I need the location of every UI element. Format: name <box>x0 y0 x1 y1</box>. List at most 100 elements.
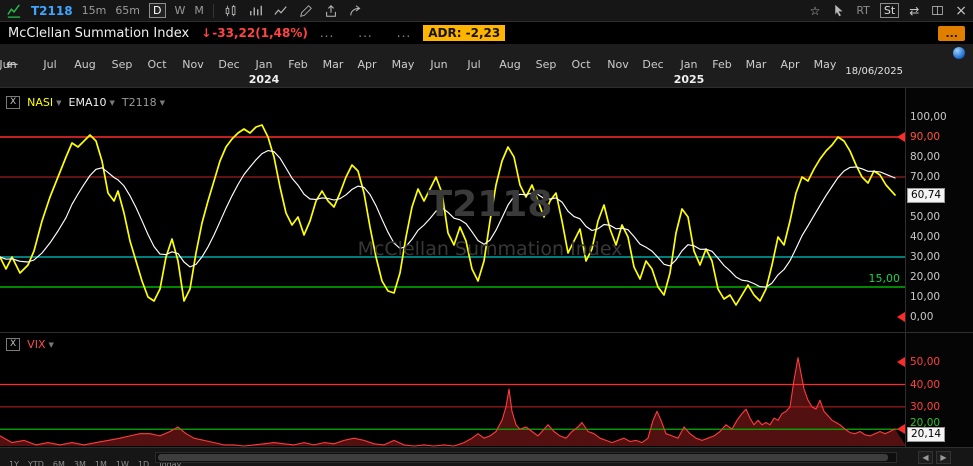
rt-label[interactable]: RT <box>856 4 870 17</box>
indicator-dots[interactable]: ... <box>397 26 411 40</box>
indicator-dots[interactable]: ... <box>320 26 334 40</box>
range-button-ytd[interactable]: YTD <box>28 460 44 466</box>
range-button-1m[interactable]: 1M <box>95 460 107 466</box>
scroll-right-button[interactable]: ▶ <box>936 451 951 464</box>
star-icon[interactable]: ☆ <box>810 5 821 17</box>
month-label: Dec <box>218 58 240 71</box>
main-y-axis[interactable]: 60,74 100,00 90,00 80,00 70,00 50,00 40,00 30,… <box>906 88 973 332</box>
month-label: May <box>391 58 415 71</box>
axis-tick: 70,00 <box>910 171 941 183</box>
pencil-icon[interactable] <box>298 3 314 19</box>
legend-item-t2118[interactable]: T2118 ▼ <box>122 96 165 109</box>
axis-tick: 90,00 <box>910 131 941 143</box>
symbol-label[interactable]: T2118 <box>31 4 73 18</box>
axis-tick: 0,00 <box>910 311 934 323</box>
main-chart-panel: T2118 McClellan Summation Index X NASI ▼ EM… <box>0 88 973 332</box>
top-toolbar: T2118 15m 65m D W M ☆ RT St ⇄ × <box>0 0 973 22</box>
month-label: Apr <box>780 58 800 71</box>
more-button[interactable]: ... <box>938 25 965 41</box>
price-marker-icon <box>897 357 905 368</box>
layout-icon[interactable] <box>929 3 945 19</box>
range-button-6m[interactable]: 6M <box>53 460 65 466</box>
vix-legend: X VIX ▼ <box>6 338 54 351</box>
watermark-title: McClellan Summation Index <box>357 238 623 260</box>
month-label: Apr <box>357 58 377 71</box>
change-value: ↓ -33,22(1,48%) <box>201 26 308 40</box>
axis-tick: 40,00 <box>910 231 941 243</box>
candlestick-icon[interactable] <box>223 3 239 19</box>
axis-tick: 20,00 <box>910 271 941 283</box>
pane-close-button[interactable]: X <box>6 338 21 351</box>
month-label: Jun <box>0 58 17 71</box>
bar-chart-icon[interactable] <box>248 3 264 19</box>
chevron-down-icon: ▼ <box>159 98 166 107</box>
year-label: 2025 <box>673 73 705 86</box>
axis-tick: 50,00 <box>910 356 941 369</box>
timeframe-m[interactable]: M <box>194 4 204 17</box>
axis-tick: 20,00 <box>910 417 941 430</box>
timeframe-d[interactable]: D <box>149 3 166 18</box>
month-label: Nov <box>607 58 629 71</box>
axis-tick: 40,00 <box>910 378 941 391</box>
timeframe-group: 15m 65m D W M <box>82 3 204 18</box>
month-label: Mar <box>745 58 767 71</box>
st-button[interactable]: St <box>879 3 900 18</box>
toolbar-separator <box>212 3 214 18</box>
chevron-down-icon: ▼ <box>109 98 115 107</box>
price-marker-icon <box>897 312 905 322</box>
month-label: Jun <box>430 58 448 71</box>
month-label: Sep <box>535 58 557 71</box>
watermark-symbol: T2118 <box>427 184 553 225</box>
month-label: Aug <box>74 58 96 71</box>
adr-badge: ADR: -2,23 <box>423 25 506 41</box>
legend-item-ema10[interactable]: EMA10 ▼ <box>69 96 115 109</box>
vix-y-axis[interactable]: 20,14 50,00 40,00 30,00 20,00 <box>906 333 973 447</box>
chevron-down-icon: ▼ <box>48 340 54 349</box>
timeframe-w[interactable]: W <box>175 4 186 17</box>
axis-tick: 50,00 <box>910 211 941 223</box>
range-button-1y[interactable]: 1Y <box>9 460 19 466</box>
legend-label: VIX <box>27 338 46 351</box>
month-label: Nov <box>182 58 204 71</box>
legend-label: EMA10 <box>68 96 107 109</box>
scrollbar-thumb[interactable] <box>158 454 888 461</box>
vix-plot-area[interactable]: X VIX ▼ <box>0 333 906 447</box>
legend-item-vix[interactable]: VIX ▼ <box>27 338 54 351</box>
price-marker-icon <box>897 423 905 434</box>
scroll-left-button[interactable]: ◀ <box>918 451 933 464</box>
indicator-dots[interactable]: ... <box>358 26 372 40</box>
range-button-1d[interactable]: 1D <box>138 460 149 466</box>
indicator-dots-group: ......... <box>320 26 411 40</box>
down-arrow-icon: ↓ <box>201 26 212 40</box>
last-date-label: 18/06/2025 <box>845 66 903 77</box>
legend-label: T2118 <box>121 96 157 109</box>
timeframe-65m[interactable]: 65m <box>115 4 140 17</box>
pane-close-button[interactable]: X <box>6 96 21 109</box>
month-label: Mar <box>322 58 344 71</box>
month-label: Jan <box>680 58 698 71</box>
vix-chart-svg <box>0 357 905 447</box>
legend-item-nasi[interactable]: NASI ▼ <box>27 96 61 109</box>
forward-arrow-icon[interactable] <box>348 3 364 19</box>
change-text: -33,22(1,48%) <box>212 26 308 40</box>
year-label: 2024 <box>248 73 280 86</box>
bottom-bar: 1Y YTD 6M 3M 1M 1W 1D Today ◀ ▶ <box>0 447 973 466</box>
last-value-box: 60,74 <box>907 187 946 203</box>
title-bar: McClellan Summation Index ↓ -33,22(1,48%… <box>0 22 973 44</box>
price-marker-icon <box>897 132 905 142</box>
main-plot-area[interactable]: T2118 McClellan Summation Index X NASI ▼ EM… <box>0 88 906 332</box>
range-button-3m[interactable]: 3M <box>74 460 86 466</box>
month-label: Jan <box>255 58 273 71</box>
pointer-icon[interactable] <box>830 3 846 19</box>
horizontal-scrollbar[interactable] <box>155 452 897 463</box>
swap-arrows-icon[interactable]: ⇄ <box>909 5 919 17</box>
globe-icon[interactable] <box>953 47 965 59</box>
close-icon[interactable]: × <box>955 4 967 18</box>
month-label: Aug <box>499 58 521 71</box>
timeframe-15m[interactable]: 15m <box>82 4 107 17</box>
indicators-icon[interactable] <box>273 3 289 19</box>
range-button-1w[interactable]: 1W <box>116 460 129 466</box>
time-axis[interactable]: ← 18/06/2025 Jun Jul Aug Sep Oct Nov Dec Jan Feb… <box>0 44 973 88</box>
charting-app: T2118 15m 65m D W M ☆ RT St ⇄ × McClella… <box>0 0 973 466</box>
share-icon[interactable] <box>323 3 339 19</box>
